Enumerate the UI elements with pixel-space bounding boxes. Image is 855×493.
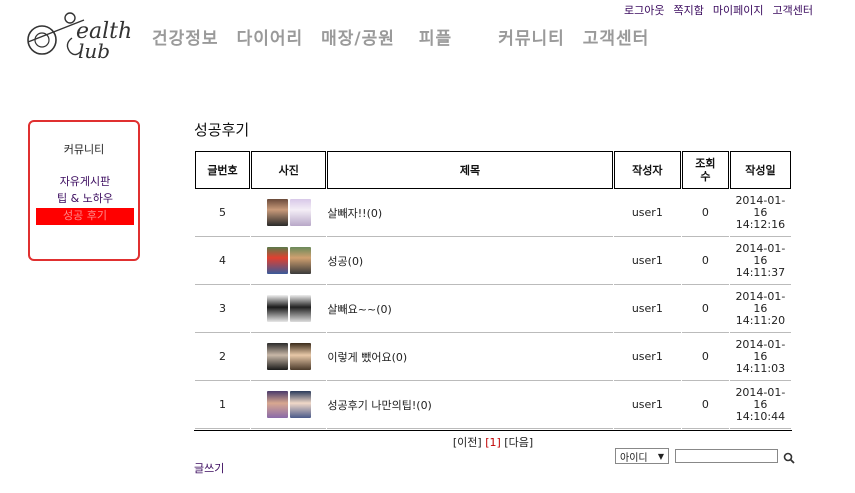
nav-diary[interactable]: 다이어리: [237, 24, 304, 49]
board-table: 글번호 사진 제목 작성자 조회 수 작성일 5 살빼자!!(0) user1 …: [194, 151, 792, 429]
header-number: 글번호: [195, 151, 251, 189]
nav-customer-center[interactable]: 고객센터: [583, 24, 650, 49]
row-author: user1: [613, 285, 681, 333]
row-author: user1: [613, 333, 681, 381]
side-item-free-board[interactable]: 자유게시판: [36, 174, 134, 191]
row-author: user1: [613, 237, 681, 285]
search-icon[interactable]: [783, 449, 795, 464]
photo-thumbnail[interactable]: [289, 199, 311, 226]
row-photo[interactable]: [251, 333, 327, 381]
pager-current-page[interactable]: [1]: [485, 436, 501, 449]
header-author: 작성자: [613, 151, 681, 189]
row-title-link[interactable]: 살빼요~~(0): [327, 285, 613, 333]
row-views: 0: [681, 333, 729, 381]
row-number: 1: [195, 381, 251, 429]
page-title: 성공후기: [194, 121, 250, 139]
photo-thumbnail[interactable]: [266, 199, 288, 226]
message-box-link[interactable]: 쪽지함: [674, 2, 704, 18]
row-date: 2014-01-16 14:12:16: [729, 189, 791, 237]
photo-thumbnail[interactable]: [289, 247, 311, 274]
search-field-select[interactable]: 아이디 ▼: [615, 448, 669, 464]
row-date-time: 14:11:03: [735, 361, 786, 375]
row-number: 3: [195, 285, 251, 333]
table-row: 1 성공후기 나만의팁!(0) user1 0 2014-01-16 14:10:…: [195, 381, 791, 429]
row-date-day: 2014-01-16: [735, 289, 786, 315]
row-date: 2014-01-16 14:11:20: [729, 285, 791, 333]
row-author: user1: [613, 189, 681, 237]
row-views: 0: [681, 285, 729, 333]
header-views: 조회 수: [681, 151, 729, 189]
pager-next[interactable]: [다음]: [504, 436, 533, 449]
table-row: 3 살빼요~~(0) user1 0 2014-01-16 14:11:20: [195, 285, 791, 333]
row-photo[interactable]: [251, 285, 327, 333]
nav-store-park[interactable]: 매장/공원: [321, 24, 395, 49]
search-select-value: 아이디: [620, 452, 648, 464]
row-photo[interactable]: [251, 189, 327, 237]
row-title-link[interactable]: 성공(0): [327, 237, 613, 285]
top-links: 로그아웃 쪽지함 마이페이지 고객센터: [624, 2, 813, 18]
row-author: user1: [613, 381, 681, 429]
nav-health-info[interactable]: 건강정보: [152, 24, 219, 49]
row-date: 2014-01-16 14:11:37: [729, 237, 791, 285]
svg-text:lub: lub: [78, 39, 110, 62]
row-date-day: 2014-01-16: [735, 193, 786, 219]
pager-prev[interactable]: [이전]: [453, 436, 482, 449]
header-photo: 사진: [251, 151, 327, 189]
board-header-row: 글번호 사진 제목 작성자 조회 수 작성일: [195, 151, 791, 189]
photo-thumbnail[interactable]: [289, 343, 311, 370]
photo-thumbnail[interactable]: [266, 391, 288, 418]
row-views: 0: [681, 189, 729, 237]
chevron-down-icon: ▼: [657, 451, 664, 461]
row-date-time: 14:11:37: [735, 265, 786, 279]
board-bottom-divider: [194, 430, 792, 431]
row-views: 0: [681, 381, 729, 429]
row-date-time: 14:12:16: [735, 217, 786, 231]
row-number: 2: [195, 333, 251, 381]
photo-thumbnail[interactable]: [289, 391, 311, 418]
side-item-success-stories[interactable]: 성공 후기: [36, 208, 134, 225]
row-date-day: 2014-01-16: [735, 385, 786, 411]
row-photo[interactable]: [251, 237, 327, 285]
row-number: 5: [195, 189, 251, 237]
row-photo[interactable]: [251, 381, 327, 429]
row-views: 0: [681, 237, 729, 285]
pagination: [이전] [1] [다음]: [194, 434, 792, 450]
row-date: 2014-01-16 14:11:03: [729, 333, 791, 381]
side-menu-title: 커뮤니티: [63, 143, 105, 156]
health-club-logo-icon[interactable]: ealth lub: [18, 6, 142, 62]
row-title-link[interactable]: 살빼자!!(0): [327, 189, 613, 237]
main-nav: 건강정보 다이어리 매장/공원 피플 커뮤니티 고객센터: [152, 24, 667, 49]
row-date-time: 14:11:20: [735, 313, 786, 327]
header-date: 작성일: [729, 151, 791, 189]
row-number: 4: [195, 237, 251, 285]
table-row: 2 이렇게 뺐어요(0) user1 0 2014-01-16 14:11:03: [195, 333, 791, 381]
row-date: 2014-01-16 14:10:44: [729, 381, 791, 429]
photo-thumbnail[interactable]: [266, 343, 288, 370]
table-row: 5 살빼자!!(0) user1 0 2014-01-16 14:12:16: [195, 189, 791, 237]
logout-link[interactable]: 로그아웃: [624, 2, 664, 18]
nav-people[interactable]: 피플: [419, 24, 452, 49]
write-post-link[interactable]: 글쓰기: [194, 460, 224, 476]
row-title-link[interactable]: 이렇게 뺐어요(0): [327, 333, 613, 381]
customer-center-link[interactable]: 고객센터: [773, 2, 813, 18]
row-title-link[interactable]: 성공후기 나만의팁!(0): [327, 381, 613, 429]
table-row: 4 성공(0) user1 0 2014-01-16 14:11:37: [195, 237, 791, 285]
side-menu: 커뮤니티 자유게시판 팁 & 노하우 성공 후기: [28, 120, 140, 261]
my-page-link[interactable]: 마이페이지: [713, 2, 764, 18]
search-input[interactable]: [675, 449, 778, 463]
photo-thumbnail[interactable]: [289, 295, 311, 322]
row-date-day: 2014-01-16: [735, 337, 786, 363]
row-date-time: 14:10:44: [735, 409, 786, 423]
nav-community[interactable]: 커뮤니티: [498, 24, 565, 49]
header-title: 제목: [327, 151, 613, 189]
side-menu-list: 자유게시판 팁 & 노하우 성공 후기: [36, 174, 134, 225]
photo-thumbnail[interactable]: [266, 247, 288, 274]
side-item-tips[interactable]: 팁 & 노하우: [36, 191, 134, 208]
photo-thumbnail[interactable]: [266, 295, 288, 322]
row-date-day: 2014-01-16: [735, 241, 786, 267]
